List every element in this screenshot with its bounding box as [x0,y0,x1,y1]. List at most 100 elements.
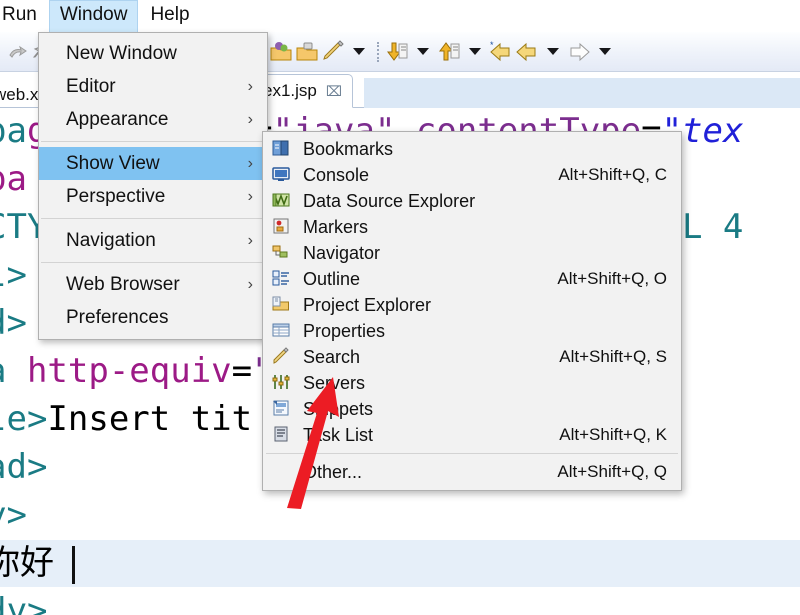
code-token: l> [0,255,27,295]
back-caret-icon[interactable] [547,48,559,55]
menu-separator [41,218,265,219]
show-view-item-markers[interactable]: Markers [263,214,681,240]
menu-item-editor[interactable]: Editor › [39,70,267,103]
menu-item-navigation[interactable]: Navigation › [39,224,267,257]
show-view-item-snippets[interactable]: Snippets [263,396,681,422]
show-view-item-properties[interactable]: Properties [263,318,681,344]
menubar-item-window[interactable]: Window [48,0,139,32]
show-view-item-outline[interactable]: Outline Alt+Shift+Q, O [263,266,681,292]
code-line: d> [0,300,27,347]
next-annotation-icon[interactable] [384,39,410,65]
project-explorer-icon [271,295,293,315]
show-view-item-shortcut: Alt+Shift+Q, Q [557,462,667,481]
show-view-item-shortcut: Alt+Shift+Q, O [557,269,667,288]
back-icon[interactable] [514,39,540,65]
show-view-item-shortcut: Alt+Shift+Q, K [559,425,667,444]
console-icon [271,165,293,185]
show-view-item-other[interactable]: Other... Alt+Shift+Q, Q [263,459,681,485]
chevron-right-icon: › [247,275,253,293]
show-view-item-bookmarks[interactable]: Bookmarks [263,136,681,162]
open-type-icon[interactable] [268,39,294,65]
tab-ex1-jsp-label: ex1.jsp [263,81,317,100]
back-history-icon[interactable]: * [488,39,514,65]
show-view-item-servers[interactable]: Servers [263,370,681,396]
menu-item-perspective[interactable]: Perspective › [39,180,267,213]
open-resource-icon[interactable] [294,39,320,65]
text-caret [72,546,75,584]
menu-item-appearance-label: Appearance [66,108,169,130]
code-line: dy> [0,588,47,615]
previous-annotation-icon[interactable] [436,39,462,65]
forward-caret-icon[interactable] [599,48,611,55]
forward-icon[interactable] [566,39,592,65]
code-line: le>Insert tit [0,396,252,443]
show-view-item-search[interactable]: Search Alt+Shift+Q, S [263,344,681,370]
show-view-item-data-source-explorer[interactable]: Data Source Explorer [263,188,681,214]
code-token: Insert tit [47,399,253,439]
other-icon [271,462,293,482]
show-view-item-label: Search [303,346,361,367]
show-view-item-label: Data Source Explorer [303,190,476,211]
show-view-item-label: Properties [303,320,386,341]
previous-annotation-caret-icon[interactable] [469,48,481,55]
code-token: a [0,351,27,391]
menu-item-new-window[interactable]: New Window [39,37,267,70]
search-dropdown-caret-icon[interactable] [353,48,365,55]
properties-icon [271,321,293,341]
search-pencil-icon[interactable] [320,39,346,65]
show-view-item-task-list[interactable]: Task List Alt+Shift+Q, K [263,422,681,448]
menu-item-web-browser[interactable]: Web Browser › [39,268,267,301]
show-view-item-label: Bookmarks [303,138,394,159]
menu-item-preferences-label: Preferences [66,306,169,328]
current-line-highlight [0,540,800,587]
show-view-item-project-explorer[interactable]: Project Explorer [263,292,681,318]
menu-bar: Run Window Help [0,0,800,32]
code-token: = [231,351,253,391]
code-token: y> [0,495,27,535]
tab-strip-filler [364,78,800,108]
task-list-icon [271,425,293,445]
chevron-right-icon: › [247,154,253,172]
code-line: pa [0,156,27,203]
chevron-right-icon: › [247,110,253,128]
code-token: CT [0,207,27,247]
code-line: l> [0,252,27,299]
window-dropdown-menu: New Window Editor › Appearance › Show Vi… [38,32,268,340]
show-view-item-label: Snippets [303,398,374,419]
show-view-item-navigator[interactable]: Navigator [263,240,681,266]
menu-item-show-view[interactable]: Show View › [39,147,267,180]
menu-item-navigation-label: Navigation [66,229,156,251]
show-view-item-shortcut: Alt+Shift+Q, S [559,347,667,366]
data-source-explorer-icon [271,191,293,211]
search-icon [271,347,293,367]
navigator-icon [271,243,293,263]
menu-item-show-view-label: Show View [66,152,160,174]
chevron-right-icon: › [247,231,253,249]
show-view-submenu: Bookmarks Console Alt+Shift+Q, C Data Sourc… [262,131,682,491]
bookmarks-icon [271,139,293,159]
menubar-item-help[interactable]: Help [140,0,199,32]
code-token: pa [0,111,27,151]
show-view-item-label: Other... [303,461,363,482]
code-token: 你好 [0,543,54,583]
menu-separator [41,141,265,142]
undo-icon[interactable] [4,39,30,65]
tab-web-xml-label: web.x [0,85,39,104]
show-view-item-console[interactable]: Console Alt+Shift+Q, C [263,162,681,188]
close-icon[interactable]: ⌧ [326,84,342,98]
menu-item-preferences[interactable]: Preferences [39,301,267,334]
svg-text:*: * [490,40,494,50]
menu-item-appearance[interactable]: Appearance › [39,103,267,136]
code-token: le> [0,399,48,439]
snippets-icon [271,399,293,419]
chevron-right-icon: › [247,187,253,205]
servers-icon [271,373,293,393]
next-annotation-caret-icon[interactable] [417,48,429,55]
show-view-item-label: Navigator [303,242,381,263]
show-view-item-label: Console [303,164,370,185]
markers-icon [271,217,293,237]
code-line: ad> [0,444,47,491]
menubar-item-run[interactable]: Run [0,0,47,32]
code-token: http-equiv [26,351,232,391]
code-line: 你好 [0,540,54,587]
